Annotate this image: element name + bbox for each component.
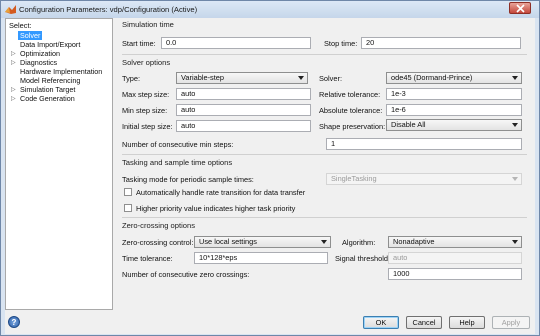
higher-priority-label: Higher priority value indicates higher t…	[136, 204, 296, 213]
close-icon	[516, 4, 525, 13]
solver-select-value: ode45 (Dormand-Prince)	[391, 73, 473, 82]
start-time-input[interactable]: 0.0	[161, 37, 311, 49]
algorithm-value: Nonadaptive	[393, 237, 435, 246]
algorithm-select[interactable]: Nonadaptive	[388, 236, 522, 248]
tree-item-hardware-implementation[interactable]: Hardware Implementation	[20, 67, 102, 76]
chevron-down-icon	[512, 123, 518, 127]
relative-tolerance-input[interactable]: 1e-3	[386, 88, 522, 100]
expand-arrow-icon[interactable]: ▷	[11, 59, 16, 66]
type-select[interactable]: Variable-step	[176, 72, 308, 84]
tree-header: Select:	[9, 21, 32, 30]
consecutive-zero-crossings-label: Number of consecutive zero crossings:	[122, 270, 250, 279]
time-tolerance-label: Time tolerance:	[122, 254, 173, 263]
consecutive-min-steps-label: Number of consecutive min steps:	[122, 140, 234, 149]
auto-rate-transition-checkbox[interactable]	[124, 188, 132, 196]
cancel-button[interactable]: Cancel	[406, 316, 442, 329]
type-label: Type:	[122, 74, 141, 83]
time-tolerance-input[interactable]: 10*128*eps	[194, 252, 328, 264]
consecutive-zero-crossings-input[interactable]: 1000	[388, 268, 522, 280]
simulation-time-heading: Simulation time	[122, 20, 174, 29]
tree-item-diagnostics[interactable]: Diagnostics	[20, 58, 57, 67]
chevron-down-icon	[512, 177, 518, 181]
absolute-tolerance-label: Absolute tolerance:	[319, 106, 383, 115]
max-step-input[interactable]: auto	[176, 88, 311, 100]
signal-threshold-label: Signal threshold:	[335, 254, 391, 263]
type-select-value: Variable-step	[181, 73, 224, 82]
initial-step-label: Initial step size:	[122, 122, 173, 131]
consecutive-min-steps-input[interactable]: 1	[326, 138, 522, 150]
tree-item-model-referencing[interactable]: Model Referencing	[20, 76, 80, 85]
solver-options-heading: Solver options	[122, 58, 171, 67]
expand-arrow-icon[interactable]: ▷	[11, 50, 16, 57]
start-time-label: Start time:	[122, 39, 156, 48]
expand-arrow-icon[interactable]: ▷	[11, 86, 16, 93]
ok-button[interactable]: OK	[363, 316, 399, 329]
algorithm-label: Algorithm:	[342, 238, 376, 247]
signal-threshold-input[interactable]: auto	[388, 252, 522, 264]
zero-crossing-control-label: Zero-crossing control:	[122, 238, 194, 247]
zero-crossing-heading: Zero-crossing options	[122, 221, 196, 230]
zero-crossing-control-select[interactable]: Use local settings	[194, 236, 331, 248]
higher-priority-checkbox[interactable]	[124, 204, 132, 212]
divider	[122, 217, 527, 218]
close-button[interactable]	[509, 2, 531, 14]
tree-item-optimization[interactable]: Optimization	[20, 49, 60, 58]
window-title: Configuration Parameters: vdp/Configurat…	[19, 5, 198, 14]
chevron-down-icon	[512, 76, 518, 80]
auto-rate-transition-label: Automatically handle rate transition for…	[136, 188, 306, 197]
divider	[122, 54, 527, 55]
tree-item-simulation-target[interactable]: Simulation Target	[20, 85, 75, 94]
absolute-tolerance-input[interactable]: 1e-6	[386, 104, 522, 116]
relative-tolerance-label: Relative tolerance:	[319, 90, 381, 99]
dialog-footer: ? OK Cancel Help Apply	[5, 314, 535, 334]
chevron-down-icon	[298, 76, 304, 80]
tasking-mode-label: Tasking mode for periodic sample times:	[122, 175, 254, 184]
help-question-icon[interactable]: ?	[8, 316, 20, 328]
category-tree[interactable]: Select: Solver Data Import/Export ▷ Opti…	[5, 18, 113, 310]
chevron-down-icon	[512, 240, 518, 244]
apply-button[interactable]: Apply	[492, 316, 530, 329]
divider	[122, 154, 527, 155]
solver-select[interactable]: ode45 (Dormand-Prince)	[386, 72, 522, 84]
shape-preservation-select[interactable]: Disable All	[386, 119, 522, 131]
stop-time-input[interactable]: 20	[361, 37, 521, 49]
expand-arrow-icon[interactable]: ▷	[11, 95, 16, 102]
solver-pane: Simulation time Start time: 0.0 Stop tim…	[116, 18, 535, 310]
min-step-input[interactable]: auto	[176, 104, 311, 116]
title-bar[interactable]: Configuration Parameters: vdp/Configurat…	[1, 1, 539, 18]
tasking-mode-value: SingleTasking	[331, 174, 377, 183]
tasking-mode-select[interactable]: SingleTasking	[326, 173, 522, 185]
stop-time-label: Stop time:	[324, 39, 358, 48]
dialog-body: Select: Solver Data Import/Export ▷ Opti…	[5, 18, 535, 334]
shape-preservation-label: Shape preservation:	[319, 122, 386, 131]
tree-item-solver[interactable]: Solver	[18, 31, 43, 40]
solver-label: Solver:	[319, 74, 343, 83]
matlab-logo-icon	[5, 5, 16, 14]
initial-step-input[interactable]: auto	[176, 120, 311, 132]
tasking-heading: Tasking and sample time options	[122, 158, 233, 167]
chevron-down-icon	[321, 240, 327, 244]
zero-crossing-control-value: Use local settings	[199, 237, 257, 246]
min-step-label: Min step size:	[122, 106, 168, 115]
shape-preservation-value: Disable All	[391, 120, 426, 129]
tree-item-data-import-export[interactable]: Data Import/Export	[20, 40, 80, 49]
max-step-label: Max step size:	[122, 90, 170, 99]
help-button[interactable]: Help	[449, 316, 485, 329]
config-params-window: Configuration Parameters: vdp/Configurat…	[0, 0, 540, 336]
tree-item-code-generation[interactable]: Code Generation	[20, 94, 75, 103]
